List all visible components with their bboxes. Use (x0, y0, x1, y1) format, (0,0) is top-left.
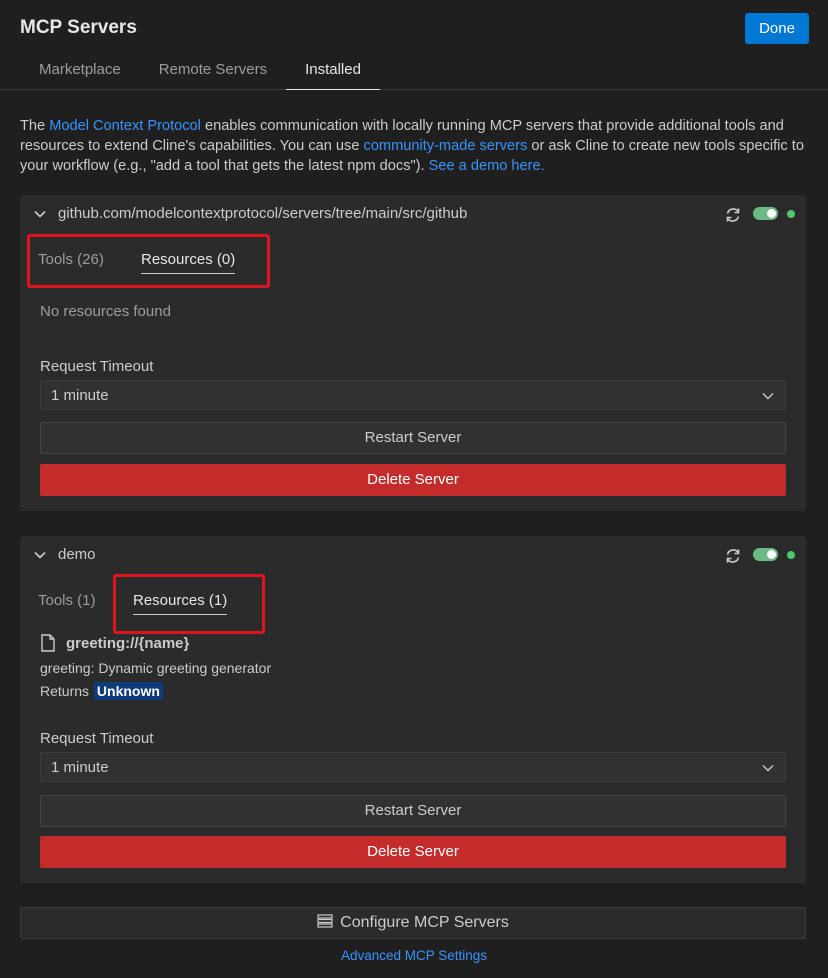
server-enable-toggle[interactable] (753, 548, 778, 561)
tab-remote-servers[interactable]: Remote Servers (140, 52, 286, 90)
request-timeout-select[interactable]: 1 minute (40, 752, 786, 782)
delete-server-button[interactable]: Delete Server (40, 464, 786, 496)
tab-bar: Marketplace Remote Servers Installed (20, 52, 380, 90)
tab-marketplace[interactable]: Marketplace (20, 52, 140, 90)
mcp-protocol-link[interactable]: Model Context Protocol (49, 118, 201, 134)
page-title: MCP Servers (20, 17, 137, 38)
tab-tools[interactable]: Tools (1) (38, 592, 96, 614)
chevron-down-icon[interactable] (33, 548, 47, 562)
resource-uri: greeting://{name} (66, 635, 190, 652)
header: MCP Servers Done Marketplace Remote Serv… (0, 0, 828, 90)
done-button[interactable]: Done (745, 13, 809, 44)
status-indicator (787, 551, 795, 559)
restart-server-button[interactable]: Restart Server (40, 422, 786, 454)
select-value: 1 minute (51, 759, 109, 776)
toggle-knob (767, 550, 776, 559)
tab-installed[interactable]: Installed (286, 52, 380, 90)
configure-mcp-servers-button[interactable]: Configure MCP Servers (20, 907, 806, 939)
server-enable-toggle[interactable] (753, 207, 778, 220)
status-indicator (787, 210, 795, 218)
chevron-down-icon[interactable] (33, 207, 47, 221)
intro-text: The Model Context Protocol enables commu… (20, 116, 810, 176)
returns-label: Returns (40, 683, 90, 699)
request-timeout-select[interactable]: 1 minute (40, 380, 786, 410)
highlight-box (113, 574, 265, 634)
server-header[interactable]: demo (20, 536, 806, 576)
chevron-down-icon (762, 765, 774, 772)
resource-description: greeting: Dynamic greeting generator (40, 660, 272, 676)
server-name: github.com/modelcontextprotocol/servers/… (58, 205, 468, 222)
chevron-down-icon (762, 393, 774, 400)
refresh-icon[interactable] (723, 546, 743, 566)
demo-link[interactable]: See a demo here. (429, 158, 545, 174)
request-timeout-label: Request Timeout (40, 730, 154, 747)
request-timeout-label: Request Timeout (40, 358, 154, 375)
delete-server-button[interactable]: Delete Server (40, 836, 786, 868)
server-icon (317, 914, 333, 928)
intro-text-part: The (20, 118, 50, 134)
configure-label: Configure MCP Servers (340, 914, 509, 931)
file-icon (41, 634, 55, 652)
server-card-demo: demo Tools (1) Resources (1) greeting://… (20, 536, 806, 883)
returns-type-badge: Unknown (93, 682, 163, 700)
server-header[interactable]: github.com/modelcontextprotocol/servers/… (20, 195, 806, 235)
server-name: demo (58, 546, 96, 563)
toggle-knob (767, 209, 776, 218)
empty-resources-message: No resources found (40, 303, 171, 320)
highlight-box (27, 234, 270, 288)
server-card-github: github.com/modelcontextprotocol/servers/… (20, 195, 806, 511)
restart-server-button[interactable]: Restart Server (40, 795, 786, 827)
select-value: 1 minute (51, 387, 109, 404)
resource-returns: Returns Unknown (40, 682, 163, 700)
advanced-mcp-settings-link[interactable]: Advanced MCP Settings (0, 948, 828, 963)
community-servers-link[interactable]: community-made servers (364, 138, 528, 154)
refresh-icon[interactable] (723, 205, 743, 225)
